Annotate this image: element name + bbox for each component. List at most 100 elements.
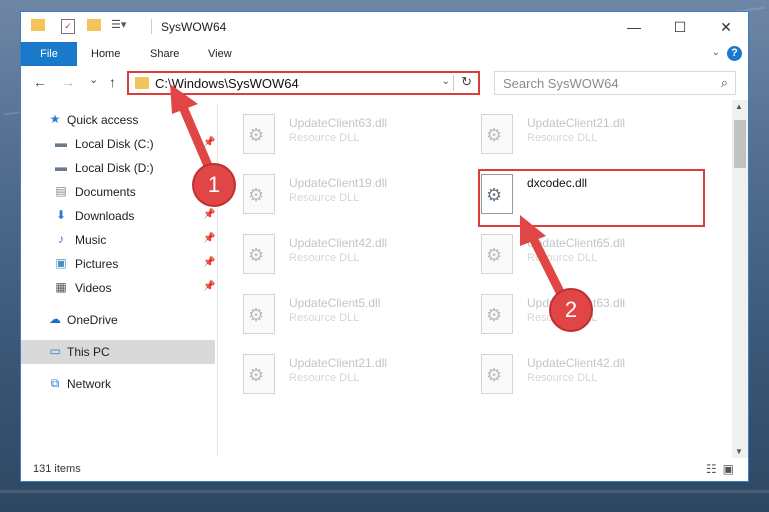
tab-home[interactable]: Home: [91, 42, 120, 66]
file-type: Resource DLL: [527, 372, 598, 384]
status-bar: 131 items ☷▣: [21, 460, 748, 482]
file-name: UpdateClient63.dll: [289, 116, 388, 130]
gear-icon: ⚙: [248, 185, 265, 205]
gear-icon: ⚙: [248, 365, 265, 385]
list-item[interactable]: ⚙ UpdateClient42.dll Resource DLL: [459, 350, 689, 402]
computer-icon: ▭: [49, 344, 61, 358]
list-item[interactable]: ⚙ UpdateClient21.dll Resource DLL: [459, 110, 689, 162]
file-type: Resource DLL: [289, 252, 360, 264]
pin-icon: 📌: [203, 209, 216, 220]
expand-ribbon-icon[interactable]: ⌄: [712, 47, 720, 58]
list-item[interactable]: ⚙ UpdateClient42.dll Resource DLL: [221, 230, 451, 282]
pin-icon: 📌: [203, 233, 216, 244]
tab-file[interactable]: File: [21, 42, 77, 66]
dll-file-icon: ⚙: [243, 294, 275, 334]
address-path[interactable]: C:\Windows\SysWOW64: [155, 76, 299, 91]
dll-file-icon: ⚙: [243, 354, 275, 394]
gear-icon: ⚙: [486, 245, 503, 265]
minimize-button[interactable]: —: [611, 12, 657, 42]
dll-file-icon: ⚙: [481, 114, 513, 154]
drive-icon: ▬: [55, 160, 67, 174]
step-marker-2: 2: [551, 290, 591, 330]
view-toggle-icons[interactable]: ☷▣: [706, 462, 740, 476]
file-name: UpdateClient21.dll: [289, 356, 388, 370]
star-icon: ★: [49, 112, 61, 126]
properties-icon[interactable]: ✓: [61, 19, 75, 34]
title-bar: ✓ ☰▾ SysWOW64 — ☐ ✕: [21, 12, 748, 42]
file-name: UpdateClient5.dll: [289, 296, 381, 310]
recent-locations-button[interactable]: ⌄: [89, 73, 98, 86]
gear-icon: ⚙: [486, 125, 503, 145]
tab-view[interactable]: View: [208, 42, 232, 66]
download-icon: ⬇: [55, 208, 67, 222]
sidebar-item-label: OneDrive: [67, 313, 118, 327]
title-separator: [151, 19, 152, 34]
scroll-down-icon[interactable]: ▼: [735, 447, 743, 456]
gear-icon: ⚙: [486, 305, 503, 325]
up-button[interactable]: ↑: [109, 74, 116, 90]
file-type: Resource DLL: [289, 132, 360, 144]
sidebar-item-music[interactable]: ♪ Music 📌: [21, 228, 215, 252]
gear-icon: ⚙: [248, 245, 265, 265]
help-icon[interactable]: ?: [727, 46, 742, 61]
search-input[interactable]: Search SysWOW64: [503, 76, 619, 91]
videos-icon: ▦: [55, 280, 67, 294]
dll-file-icon: ⚙: [481, 354, 513, 394]
sidebar-item-label: This PC: [67, 345, 110, 359]
network-icon: ⧉: [50, 376, 60, 390]
background-streak: [0, 490, 769, 493]
scroll-up-icon[interactable]: ▲: [735, 102, 743, 111]
file-name: UpdateClient65.dll: [527, 236, 626, 250]
sidebar-item-label: Documents: [75, 185, 136, 199]
list-item[interactable]: ⚙ UpdateClient63.dll Resource DLL: [221, 110, 451, 162]
sidebar-item-onedrive[interactable]: ☁ OneDrive: [21, 308, 215, 332]
gear-icon: ⚙: [486, 365, 503, 385]
address-bar[interactable]: C:\Windows\SysWOW64 ⌄ ↻: [127, 71, 480, 95]
customize-toolbar-icon[interactable]: ☰▾: [111, 18, 126, 31]
list-item[interactable]: ⚙ UpdateClient5.dll Resource DLL: [221, 290, 451, 342]
sidebar-item-documents[interactable]: ▤ Documents 📌: [21, 180, 215, 204]
sidebar-item-downloads[interactable]: ⬇ Downloads 📌: [21, 204, 215, 228]
sidebar-item-pictures[interactable]: ▣ Pictures 📌: [21, 252, 215, 276]
chevron-down-icon[interactable]: ⌄: [442, 76, 450, 87]
close-button[interactable]: ✕: [703, 12, 749, 42]
ribbon: File Home Share View ⌄ ?: [21, 42, 748, 66]
refresh-button[interactable]: ↻: [461, 74, 472, 90]
list-item[interactable]: ⚙ UpdateClient19.dll Resource DLL: [221, 170, 451, 222]
pin-icon: 📌: [203, 257, 216, 268]
sidebar-item-network[interactable]: ⧉ Network: [21, 372, 215, 396]
sidebar-item-videos[interactable]: ▦ Videos 📌: [21, 276, 215, 300]
tab-share[interactable]: Share: [150, 42, 179, 66]
sidebar-item-label: Network: [67, 377, 112, 391]
dll-file-icon: ⚙: [481, 234, 513, 274]
file-name: UpdateClient42.dll: [289, 236, 388, 250]
dll-file-icon: ⚙: [481, 294, 513, 334]
list-item[interactable]: ⚙ UpdateClient65.dll Resource DLL: [459, 230, 689, 282]
back-button[interactable]: ←: [33, 74, 47, 90]
window-title: SysWOW64: [161, 20, 227, 34]
sidebar-item-local-disk-d[interactable]: ▬ Local Disk (D:): [21, 156, 215, 180]
file-name: UpdateClient42.dll: [527, 356, 626, 370]
scroll-thumb[interactable]: [734, 120, 746, 168]
file-name: UpdateClient19.dll: [289, 176, 388, 190]
gear-icon: ⚙: [248, 125, 265, 145]
new-folder-icon[interactable]: [87, 19, 101, 31]
drive-icon: ▬: [55, 136, 67, 150]
pin-icon: 📌: [203, 137, 216, 148]
forward-button[interactable]: →: [61, 74, 75, 90]
list-item[interactable]: ⚙ UpdateClient21.dll Resource DLL: [221, 350, 451, 402]
sidebar-item-label: Videos: [75, 281, 112, 295]
gear-icon: ⚙: [248, 305, 265, 325]
search-box[interactable]: Search SysWOW64 ⌕: [494, 71, 736, 95]
sidebar-item-label: Local Disk (C:): [75, 137, 154, 151]
file-list: ⚙ UpdateClient63.dll Resource DLL ⚙ Upda…: [221, 104, 731, 457]
music-icon: ♪: [58, 232, 64, 246]
sidebar-item-local-disk-c[interactable]: ▬ Local Disk (C:) 📌: [21, 132, 215, 156]
search-icon[interactable]: ⌕: [721, 75, 728, 91]
step-marker-1: 1: [194, 165, 234, 205]
vertical-scrollbar[interactable]: ▲ ▼: [732, 100, 748, 458]
sidebar-item-quick-access[interactable]: ★ Quick access: [21, 108, 215, 132]
dll-file-icon: ⚙: [243, 174, 275, 214]
maximize-button[interactable]: ☐: [657, 12, 703, 42]
sidebar-item-this-pc[interactable]: ▭ This PC: [21, 340, 215, 364]
